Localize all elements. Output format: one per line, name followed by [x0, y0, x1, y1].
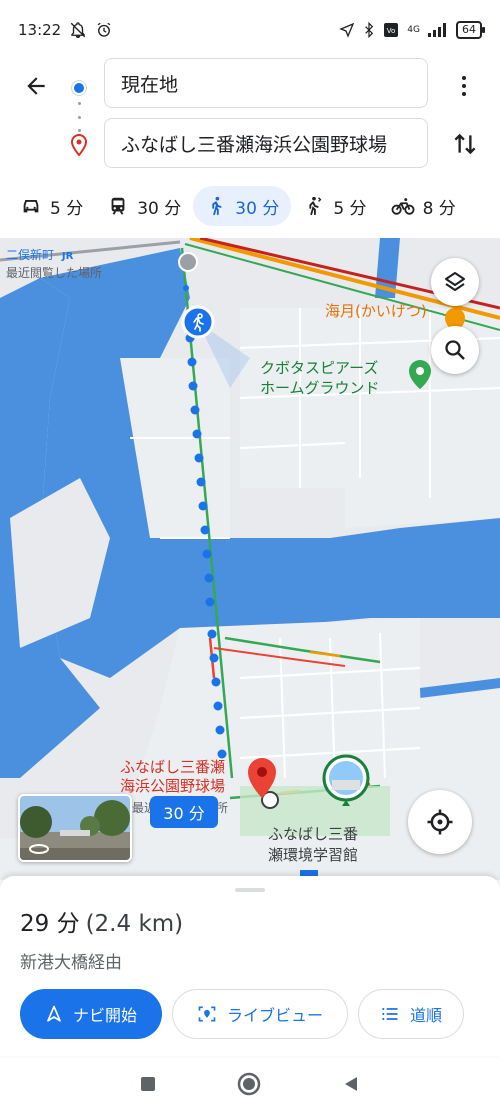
search-icon [445, 340, 465, 360]
recents-square-icon[interactable] [139, 1075, 157, 1093]
distance-value: (2.4 km) [85, 911, 184, 937]
start-navigation-button[interactable]: ナビ開始 [20, 989, 162, 1039]
route-duration: 29 分 (2.4 km) [20, 904, 183, 938]
mode-bike-tab[interactable]: 8 分 [379, 186, 468, 226]
status-bar: 13:22 Vo 4G 64 [0, 0, 500, 60]
live-view-button[interactable]: ライブビュー [172, 989, 348, 1039]
kubota-line-1: クボタスピアーズ [260, 359, 379, 377]
status-time: 13:22 [18, 21, 62, 39]
jr-icon: JR [61, 251, 74, 262]
live-view-icon [198, 1006, 216, 1022]
destination-map-label[interactable]: ふなばし三番瀬 海浜公園野球場 [120, 758, 225, 796]
mode-transit-time: 30 分 [137, 198, 182, 219]
start-navigation-label: ナビ開始 [72, 1006, 137, 1025]
mode-car-tab[interactable]: 5 分 [8, 186, 95, 226]
route-time-chip[interactable]: 30 分 [150, 796, 218, 828]
directions-list-button[interactable]: 道順 [358, 989, 464, 1039]
battery-indicator: 64 [456, 21, 485, 39]
navigation-arrow-icon [47, 1005, 61, 1022]
status-left-icons [69, 21, 113, 39]
station-name: 二俣新町 [6, 248, 55, 262]
notifications-off-icon [71, 22, 86, 39]
destination-input[interactable]: ふなばし三番瀬海浜公園野球場 [104, 118, 428, 168]
route-start-marker [178, 252, 198, 272]
mode-transit-tab[interactable]: 30 分 [95, 186, 193, 226]
bicycle-icon [391, 198, 415, 215]
swap-vertical-icon [454, 133, 476, 155]
kubota-poi-label[interactable]: クボタスピアーズ ホームグラウンド [260, 358, 380, 398]
layers-icon [445, 272, 465, 291]
origin-input[interactable]: 現在地 [104, 58, 428, 108]
svg-text:Vo: Vo [387, 27, 396, 35]
volte-icon: Vo [384, 23, 399, 37]
center-line-1: ふなばし三番 [268, 825, 359, 843]
swap-route-button[interactable] [448, 124, 482, 164]
back-triangle-icon[interactable] [341, 1074, 361, 1094]
ride-hail-icon [309, 196, 322, 216]
train-icon [111, 197, 125, 215]
route-summary-sheet[interactable]: 29 分 (2.4 km) 新港大橋経由 ナビ開始 ライブビュー 道順 [0, 876, 500, 1056]
dest-line-1: ふなばし三番瀬 [120, 758, 226, 776]
learning-center-label[interactable]: ふなばし三番 瀬環境学習館 [268, 824, 358, 866]
layers-button[interactable] [431, 258, 479, 306]
map-canvas[interactable] [0, 238, 500, 880]
mode-walk-tab[interactable]: 30 分 [193, 186, 292, 226]
car-icon [23, 200, 39, 213]
recently-viewed-label-1: 最近閲覧した場所 [6, 266, 103, 280]
crosshair-icon [427, 809, 453, 835]
mode-rideshare-time: 5 分 [333, 198, 367, 219]
bluetooth-icon [365, 22, 374, 38]
route-via: 新港大橋経由 [20, 953, 122, 973]
arrow-back-icon [27, 77, 45, 95]
map-view[interactable]: 二俣新町 JR 最近閲覧した場所 海月(かいげつ) クボタスピアーズ ホームグラ… [0, 238, 500, 880]
mode-bike-time: 8 分 [422, 198, 456, 219]
station-label: 二俣新町 JR [6, 248, 73, 264]
live-view-label: ライブビュー [226, 1006, 323, 1025]
status-right-icons: Vo 4G 64 [339, 21, 485, 39]
route-connector-dots [78, 102, 81, 132]
signal-icon [428, 23, 446, 37]
map-search-button[interactable] [431, 326, 479, 374]
route-actions: ナビ開始 ライブビュー 道順 [20, 989, 464, 1039]
route-header: 現在地 ふなばし三番瀬海浜公園野球場 [0, 56, 500, 176]
street-view-thumbnail[interactable] [18, 794, 132, 862]
mode-walk-time: 30 分 [235, 198, 280, 219]
directions-list-label: 道順 [409, 1006, 442, 1025]
back-button[interactable] [18, 68, 54, 104]
center-line-2: 瀬環境学習館 [268, 846, 359, 864]
origin-dot-icon [72, 81, 86, 95]
duration-value: 29 分 [20, 911, 80, 937]
more-options-button[interactable] [450, 68, 478, 104]
location-arrow-icon [339, 22, 355, 38]
mode-rideshare-tab[interactable]: 5 分 [291, 186, 378, 226]
360-rotate-icon [29, 844, 49, 854]
walking-icon [212, 196, 222, 216]
system-nav-bar [0, 1056, 500, 1111]
list-icon [382, 1007, 398, 1021]
destination-pin-icon [70, 134, 88, 156]
alarm-icon [97, 22, 111, 37]
home-circle-icon[interactable] [236, 1071, 262, 1097]
travel-mode-tabs: 5 分 30 分 30 分 5 分 8 分 [0, 180, 500, 232]
mode-car-time: 5 分 [50, 198, 84, 219]
dest-line-2: 海浜公園野球場 [120, 777, 226, 795]
kaigetsu-poi-label[interactable]: 海月(かいげつ) [325, 300, 427, 321]
sheet-drag-handle[interactable] [235, 888, 265, 892]
my-location-button[interactable] [408, 790, 472, 854]
network-type: 4G [407, 25, 420, 35]
kubota-line-2: ホームグラウンド [260, 379, 380, 397]
